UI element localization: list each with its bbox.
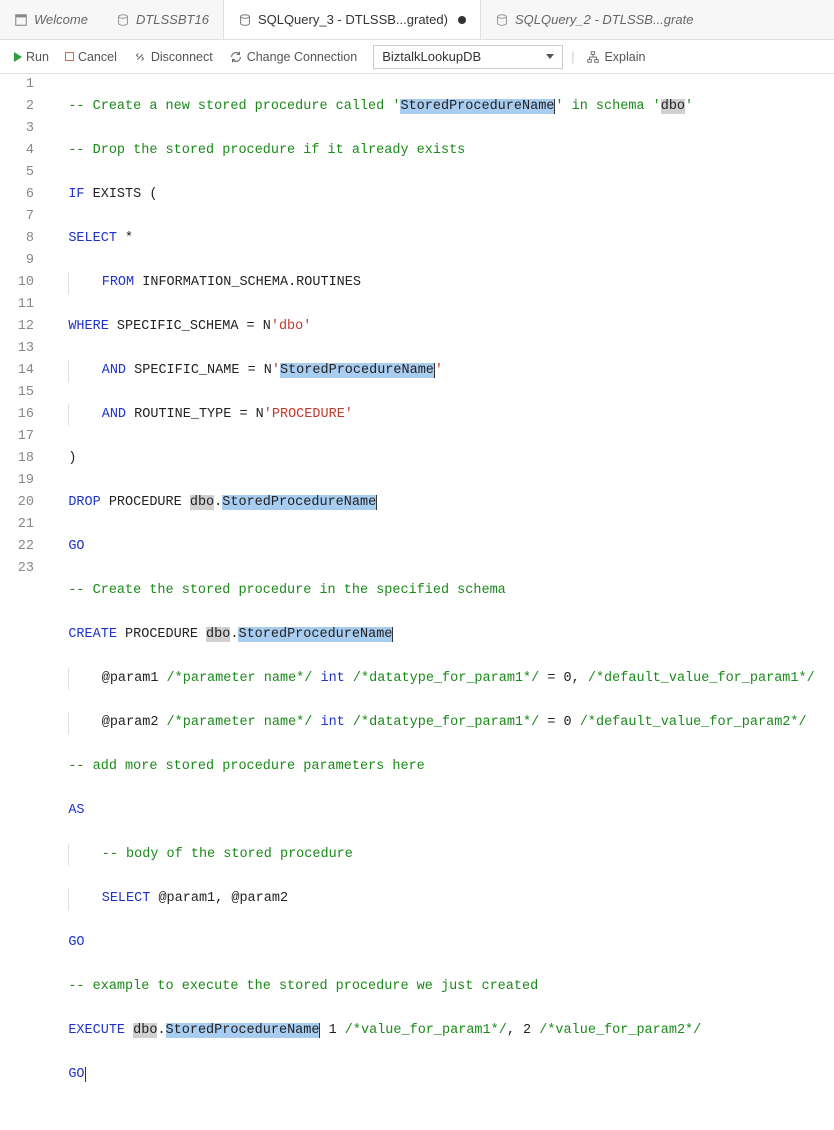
line-number: 23	[0, 558, 34, 580]
line-gutter: 1 2 3 4 5 6 7 8 9 10 11 12 13 14 15 16 1…	[0, 74, 44, 1130]
database-icon	[238, 13, 252, 27]
line-number: 17	[0, 426, 34, 448]
code-line[interactable]: GO	[44, 932, 834, 954]
separator: |	[571, 50, 574, 64]
tab-sqlquery2[interactable]: SQLQuery_2 - DTLSSB...grate	[481, 0, 707, 39]
code-line[interactable]: FROM INFORMATION_SCHEMA.ROUTINES	[44, 272, 834, 294]
code-line[interactable]: )	[44, 448, 834, 470]
code-line[interactable]: AND ROUTINE_TYPE = N'PROCEDURE'	[44, 404, 834, 426]
explain-button[interactable]: Explain	[582, 48, 649, 66]
tab-label: Welcome	[34, 12, 88, 27]
disconnect-button[interactable]: Disconnect	[129, 48, 217, 66]
tab-sqlquery3[interactable]: SQLQuery_3 - DTLSSB...grated)	[223, 0, 481, 39]
line-number: 16	[0, 404, 34, 426]
line-number: 18	[0, 448, 34, 470]
line-number: 19	[0, 470, 34, 492]
line-number: 8	[0, 228, 34, 250]
code-editor[interactable]: 1 2 3 4 5 6 7 8 9 10 11 12 13 14 15 16 1…	[0, 74, 834, 1130]
query-toolbar: Run Cancel Disconnect Change Connection …	[0, 40, 834, 74]
run-button[interactable]: Run	[10, 48, 53, 66]
database-icon	[116, 13, 130, 27]
stop-icon	[65, 52, 74, 61]
disconnect-icon	[133, 50, 147, 64]
code-line[interactable]: AND SPECIFIC_NAME = N'StoredProcedureNam…	[44, 360, 834, 382]
tab-welcome[interactable]: Welcome	[0, 0, 102, 39]
line-number: 22	[0, 536, 34, 558]
line-number: 12	[0, 316, 34, 338]
code-line[interactable]: -- example to execute the stored procedu…	[44, 976, 834, 998]
tab-label: SQLQuery_3 - DTLSSB...grated)	[258, 12, 448, 27]
line-number: 21	[0, 514, 34, 536]
cancel-button[interactable]: Cancel	[61, 48, 121, 66]
code-line[interactable]: GO	[44, 536, 834, 558]
tab-dtlssbt16[interactable]: DTLSSBT16	[102, 0, 223, 39]
tab-label: DTLSSBT16	[136, 12, 209, 27]
line-number: 13	[0, 338, 34, 360]
line-number: 7	[0, 206, 34, 228]
dirty-indicator-icon	[458, 16, 466, 24]
explain-label: Explain	[604, 50, 645, 64]
database-select[interactable]: BiztalkLookupDB	[373, 45, 563, 69]
code-line[interactable]: IF EXISTS (	[44, 184, 834, 206]
code-line[interactable]: DROP PROCEDURE dbo.StoredProcedureName	[44, 492, 834, 514]
code-content[interactable]: -- Create a new stored procedure called …	[44, 74, 834, 1130]
code-line[interactable]: GO	[44, 1064, 834, 1086]
code-line[interactable]: -- add more stored procedure parameters …	[44, 756, 834, 778]
line-number: 10	[0, 272, 34, 294]
welcome-icon	[14, 13, 28, 27]
tab-label: SQLQuery_2 - DTLSSB...grate	[515, 12, 693, 27]
line-number: 14	[0, 360, 34, 382]
code-line[interactable]: EXECUTE dbo.StoredProcedureName 1 /*valu…	[44, 1020, 834, 1042]
line-number: 2	[0, 96, 34, 118]
line-number: 5	[0, 162, 34, 184]
line-number: 1	[0, 74, 34, 96]
code-line[interactable]: -- Create the stored procedure in the sp…	[44, 580, 834, 602]
disconnect-label: Disconnect	[151, 50, 213, 64]
editor-tabs: Welcome DTLSSBT16 SQLQuery_3 - DTLSSB...…	[0, 0, 834, 40]
code-line[interactable]: WHERE SPECIFIC_SCHEMA = N'dbo'	[44, 316, 834, 338]
line-number: 11	[0, 294, 34, 316]
change-connection-label: Change Connection	[247, 50, 358, 64]
line-number: 15	[0, 382, 34, 404]
line-number: 3	[0, 118, 34, 140]
code-line[interactable]: -- body of the stored procedure	[44, 844, 834, 866]
database-select-value: BiztalkLookupDB	[382, 49, 481, 64]
code-line[interactable]: AS	[44, 800, 834, 822]
code-line[interactable]: CREATE PROCEDURE dbo.StoredProcedureName	[44, 624, 834, 646]
run-label: Run	[26, 50, 49, 64]
play-icon	[14, 52, 22, 62]
database-icon	[495, 13, 509, 27]
chevron-down-icon	[546, 54, 554, 59]
line-number: 9	[0, 250, 34, 272]
cancel-label: Cancel	[78, 50, 117, 64]
line-number: 6	[0, 184, 34, 206]
code-line[interactable]: -- Drop the stored procedure if it alrea…	[44, 140, 834, 162]
code-line[interactable]: SELECT @param1, @param2	[44, 888, 834, 910]
line-number: 20	[0, 492, 34, 514]
change-connection-button[interactable]: Change Connection	[225, 48, 362, 66]
line-number: 4	[0, 140, 34, 162]
refresh-icon	[229, 50, 243, 64]
code-line[interactable]: SELECT *	[44, 228, 834, 250]
code-line[interactable]: @param1 /*parameter name*/ int /*datatyp…	[44, 668, 834, 690]
code-line[interactable]: -- Create a new stored procedure called …	[44, 96, 834, 118]
code-line[interactable]: @param2 /*parameter name*/ int /*datatyp…	[44, 712, 834, 734]
explain-icon	[586, 50, 600, 64]
